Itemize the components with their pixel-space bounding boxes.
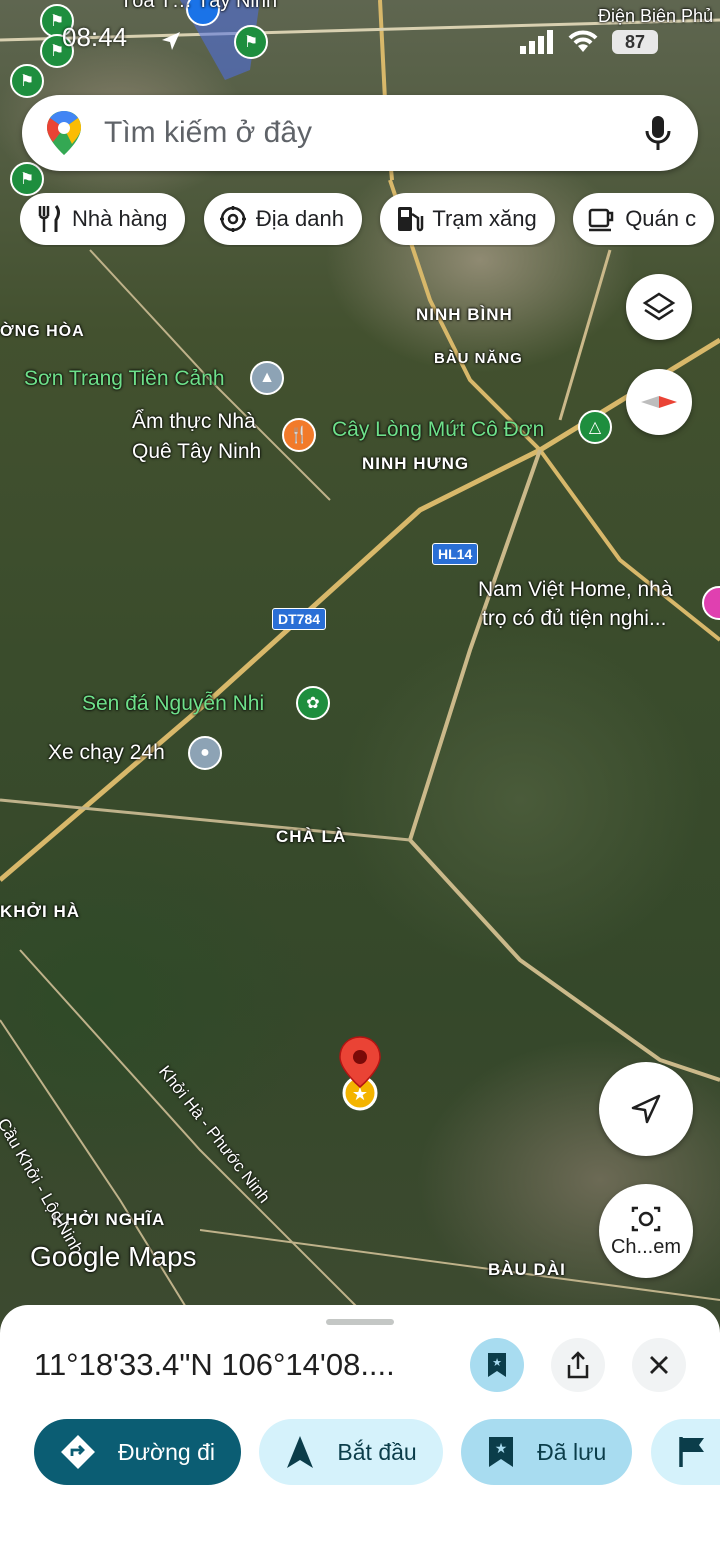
category-chips: Nhà hàng Địa danh Trạm xăng Quán c — [20, 193, 720, 247]
chip-restaurants[interactable]: Nhà hàng — [20, 193, 186, 245]
camera-lens-icon — [631, 1206, 661, 1231]
share-icon — [567, 1351, 589, 1379]
area-label: NINH HƯNG — [362, 454, 470, 473]
directions-button[interactable]: Đường đi — [34, 1419, 241, 1485]
poi-label[interactable]: Sơn Trang Tiên Cảnh — [24, 367, 225, 391]
search-bar[interactable]: Tìm kiếm ở đây — [22, 95, 698, 171]
flag-marker[interactable]: ⚑ — [234, 25, 268, 59]
action-buttons-row: Đường đi Bắt đầu ★ Đã lưu Th — [34, 1419, 720, 1487]
navigation-arrow-icon — [287, 1436, 314, 1468]
map-label-tay-ninh: Tòa T… Tây Ninh — [120, 0, 278, 12]
microphone-icon[interactable] — [644, 114, 672, 152]
layers-button[interactable] — [626, 274, 692, 340]
directions-icon — [61, 1435, 95, 1469]
area-label: NINH BÌNH — [416, 305, 513, 324]
saved-bookmark-button[interactable]: ★ — [470, 1338, 524, 1392]
map-label-dien-bien-phu: Điện Biên Phủ — [598, 6, 714, 26]
chip-gas-stations[interactable]: Trạm xăng — [380, 193, 555, 245]
compass-button[interactable] — [626, 369, 692, 435]
saved-label: Đã lưu — [537, 1438, 607, 1465]
flag-marker[interactable]: ⚑ — [10, 64, 44, 98]
chip-label: Quán c — [625, 206, 697, 231]
poi-label[interactable]: Ẩm thực Nhà — [132, 410, 256, 434]
start-button[interactable]: Bắt đầu — [259, 1419, 443, 1485]
close-button[interactable] — [632, 1338, 686, 1392]
bookmark-icon: ★ — [488, 1353, 506, 1377]
coffee-icon — [588, 208, 614, 232]
start-label: Bắt đầu — [337, 1438, 417, 1465]
area-label: ỜNG HÒA — [0, 323, 85, 340]
status-time: 08:44 — [62, 22, 128, 52]
bookmark-icon: ★ — [489, 1437, 514, 1467]
signal-icon — [520, 30, 553, 54]
chip-label: Trạm xăng — [432, 206, 537, 231]
road-shield: HL14 — [432, 543, 479, 565]
svg-text:★: ★ — [495, 1441, 508, 1457]
poi-label[interactable]: Quê Tây Ninh — [132, 440, 261, 464]
chip-landmarks[interactable]: Địa danh — [203, 193, 362, 245]
gas-station-icon — [398, 207, 424, 232]
share-button[interactable] — [551, 1338, 605, 1392]
road-shield: DT784 — [272, 608, 327, 630]
layers-icon — [642, 292, 676, 321]
dropped-pin-icon[interactable]: ★ — [336, 1035, 384, 1115]
compass-icon — [641, 396, 677, 408]
battery-level: 87 — [624, 32, 646, 52]
area-label: BÀU DÀI — [488, 1260, 566, 1279]
poi-label[interactable]: Xe chạy 24h — [48, 741, 165, 765]
park-icon[interactable]: △ — [578, 410, 612, 444]
poi-label[interactable]: Cây Lòng Mứt Cô Đơn — [332, 418, 544, 442]
area-label: KHỞI HÀ — [0, 902, 81, 921]
area-label: CHÀ LÀ — [276, 827, 347, 846]
poi-label[interactable]: Sen đá Nguyễn Nhi — [82, 692, 264, 716]
google-maps-watermark: Google Maps — [30, 1241, 197, 1272]
wifi-icon — [568, 30, 598, 52]
landmark-icon — [219, 206, 246, 232]
flower-shop-icon[interactable]: ✿ — [296, 686, 330, 720]
poi-label[interactable]: Nam Việt Home, nhà — [478, 578, 673, 602]
my-location-button[interactable] — [599, 1062, 693, 1156]
place-sheet[interactable]: 11°18'33.4"N 106°14'08.... ★ Đường đi Bắ… — [0, 1305, 720, 1557]
location-icon[interactable]: ● — [188, 736, 222, 770]
flag-icon — [678, 1437, 704, 1467]
label-button[interactable]: Th — [650, 1419, 720, 1485]
sheet-drag-handle[interactable] — [326, 1319, 394, 1325]
monument-icon[interactable]: ▲ — [250, 361, 284, 395]
saved-button[interactable]: ★ Đã lưu — [461, 1419, 633, 1485]
google-maps-logo-icon — [47, 111, 81, 155]
location-arrow-icon — [162, 32, 180, 50]
flag-marker[interactable]: ⚑ — [10, 162, 44, 196]
fork-knife-icon — [38, 205, 60, 232]
camera-search-label: Ch...em — [610, 1235, 682, 1258]
battery-indicator: 87 — [612, 30, 658, 54]
camera-search-button[interactable]: Ch...em — [599, 1184, 693, 1278]
chip-label: Địa danh — [255, 206, 344, 231]
svg-text:★: ★ — [492, 1356, 502, 1369]
close-icon — [650, 1356, 668, 1374]
navigation-arrow-icon — [631, 1094, 661, 1124]
poi-label[interactable]: trọ có đủ tiện nghi... — [482, 607, 666, 631]
chip-cafes[interactable]: Quán c — [573, 193, 715, 245]
coordinates-title: 11°18'33.4"N 106°14'08.... — [34, 1347, 395, 1382]
chip-label: Nhà hàng — [72, 206, 168, 231]
directions-label: Đường đi — [118, 1438, 215, 1465]
search-input[interactable]: Tìm kiếm ở đây — [104, 116, 644, 150]
area-label: BÀU NĂNG — [434, 350, 523, 367]
restaurant-icon[interactable]: 🍴 — [282, 418, 316, 452]
